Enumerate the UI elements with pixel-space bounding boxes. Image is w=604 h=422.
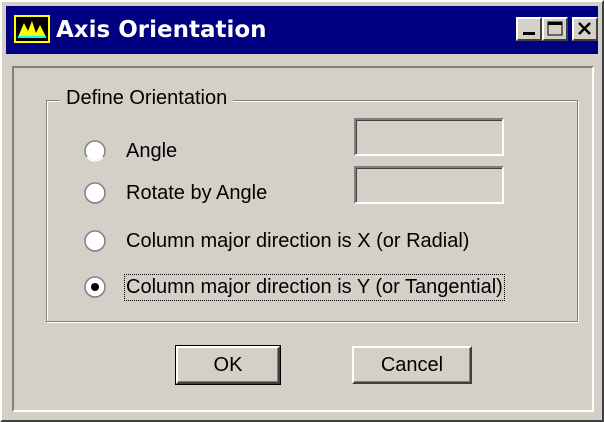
radio-rotate-by-angle[interactable]: Rotate by Angle (84, 176, 267, 210)
radio-angle[interactable]: Angle (84, 134, 177, 168)
radio-label: Column major direction is Y (or Tangenti… (124, 273, 505, 301)
radio-label: Column major direction is X (or Radial) (126, 229, 470, 252)
title-bar[interactable]: Axis Orientation (6, 6, 598, 54)
minimize-icon (523, 32, 535, 35)
maximize-button[interactable] (542, 17, 568, 41)
radio-label: Rotate by Angle (126, 181, 268, 204)
radio-column-major-x[interactable]: Column major direction is X (or Radial) (84, 224, 469, 258)
window-title: Axis Orientation (56, 17, 267, 43)
radio-button[interactable] (84, 230, 106, 252)
ok-button[interactable]: OK (175, 345, 281, 385)
radio-button[interactable] (84, 182, 106, 204)
radio-button-selected[interactable] (84, 276, 106, 298)
close-button[interactable] (572, 17, 598, 41)
radio-column-major-y[interactable]: Column major direction is Y (or Tangenti… (84, 270, 505, 304)
radio-label: Angle (126, 139, 178, 162)
maximize-icon (547, 21, 563, 36)
radio-button[interactable] (84, 140, 106, 162)
app-icon (14, 15, 50, 43)
cancel-button[interactable]: Cancel (352, 346, 472, 384)
close-icon (578, 22, 591, 35)
angle-input[interactable] (354, 118, 504, 156)
group-legend: Define Orientation (60, 86, 234, 110)
rotate-angle-input[interactable] (354, 166, 504, 204)
minimize-button[interactable] (516, 17, 542, 41)
